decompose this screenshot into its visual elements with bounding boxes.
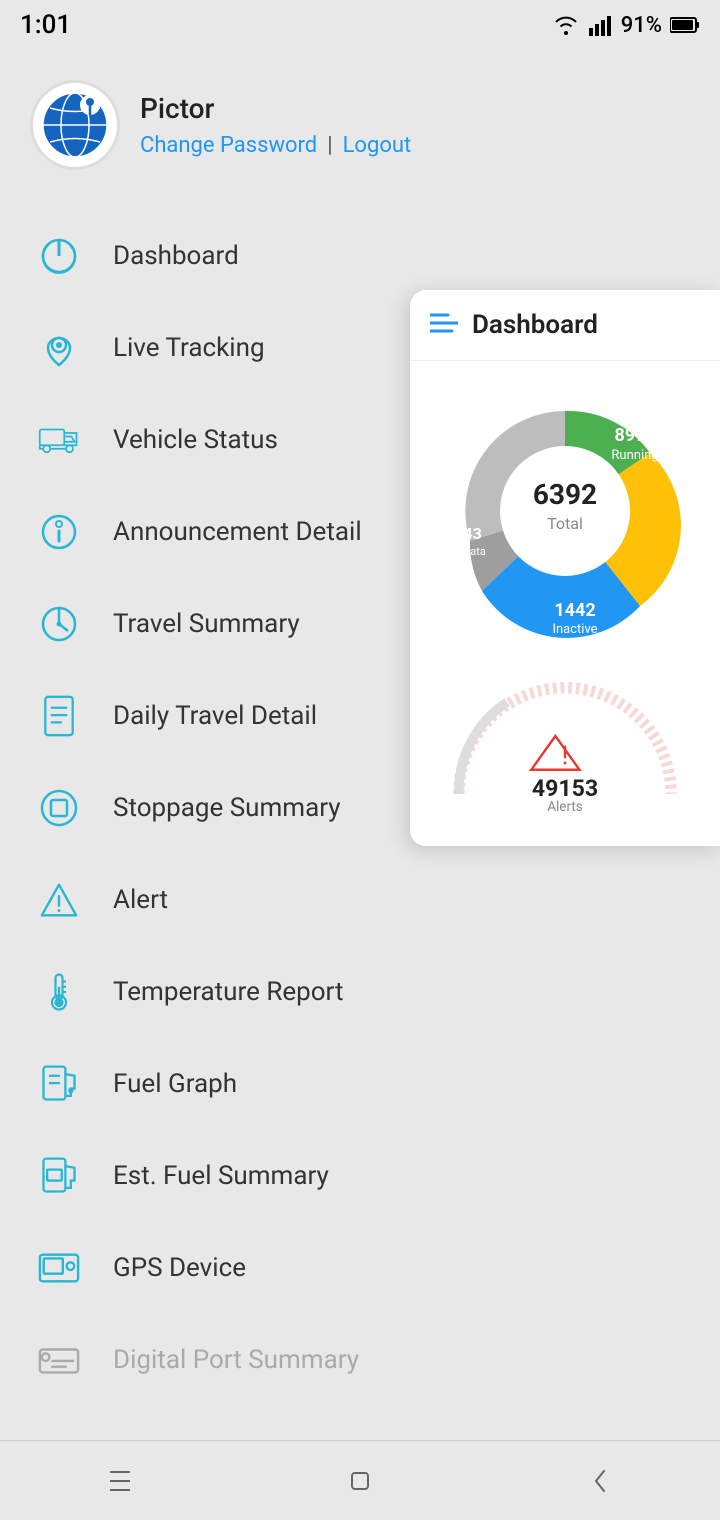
sidebar-item-label: Dashboard [113,241,239,271]
svg-text:143: 143 [454,524,482,543]
temperature-icon [35,968,83,1016]
gauge-chart: 49153 Alerts [430,656,700,816]
fuel-icon [35,1060,83,1108]
svg-text:899: 899 [615,425,646,446]
svg-text:Inactive: Inactive [552,622,597,637]
gauge-container: 49153 Alerts [420,646,710,836]
svg-text:Alerts: Alerts [547,799,583,815]
power-icon [35,232,83,280]
sidebar-item-label: Temperature Report [113,977,344,1007]
bottom-nav [0,1440,720,1520]
port-icon [35,1336,83,1384]
sidebar-item-label: Stoppage Summary [113,793,341,823]
sidebar-item-label: Est. Fuel Summary [113,1161,329,1191]
back-button[interactable] [560,1451,640,1511]
sidebar-item-alert[interactable]: Alert [0,854,720,946]
sidebar-item-gps-device[interactable]: GPS Device [0,1222,720,1314]
gps-icon [35,1244,83,1292]
svg-text:6392: 6392 [533,478,597,511]
svg-text:No Data: No Data [446,545,486,558]
profile-info: Pictor Change Password | Logout [140,92,411,158]
profile-name: Pictor [140,92,411,125]
sidebar-item-label: GPS Device [113,1253,246,1283]
wifi-icon [553,14,579,36]
home-button[interactable] [320,1451,400,1511]
truck-icon [35,416,83,464]
profile-links: Change Password | Logout [140,133,411,158]
svg-text:1442: 1442 [554,600,595,621]
battery-text: 91% [621,13,662,38]
recent-button[interactable] [80,1451,160,1511]
dashboard-header: Dashboard [410,290,720,361]
avatar [30,80,120,170]
fuel2-icon [35,1152,83,1200]
profile-section: Pictor Change Password | Logout [0,50,720,200]
dashboard-title: Dashboard [472,310,598,340]
sidebar-item-digital-port-summary[interactable]: Digital Port Summary [0,1314,720,1406]
signal-icon [587,14,613,36]
sidebar-item-fuel-graph[interactable]: Fuel Graph [0,1038,720,1130]
status-icons: 91% [553,13,700,38]
logout-link[interactable]: Logout [343,133,412,158]
sidebar-item-label: Live Tracking [113,333,265,363]
alert-icon [35,876,83,924]
sidebar-item-label: Announcement Detail [113,517,362,547]
sidebar-item-temperature-report[interactable]: Temperature Report [0,946,720,1038]
globe-icon [40,90,110,160]
dashboard-content: 6392 Total 899 Running 143 No Data 1442 … [410,361,720,846]
battery-icon [670,16,700,34]
sidebar-item-label: Digital Port Summary [113,1345,359,1375]
svg-text:Total: Total [547,514,583,533]
menu-icon[interactable] [430,312,458,338]
sidebar-item-label: Daily Travel Detail [113,701,317,731]
sidebar-item-est-fuel-summary[interactable]: Est. Fuel Summary [0,1130,720,1222]
status-bar: 1:01 91% [0,0,720,50]
sidebar-item-label: Alert [113,885,168,915]
svg-text:Running: Running [611,448,658,463]
change-password-link[interactable]: Change Password [140,133,317,158]
sidebar-item-label: Fuel Graph [113,1069,237,1099]
svg-text:49153: 49153 [532,775,598,802]
stop-icon [35,784,83,832]
status-time: 1:01 [20,10,71,40]
document-icon [35,692,83,740]
link-divider: | [327,133,332,158]
donut-chart: 6392 Total 899 Running 143 No Data 1442 … [420,381,710,641]
travel-summary-icon [35,600,83,648]
sidebar-item-dashboard[interactable]: Dashboard [0,210,720,302]
sidebar-item-label: Vehicle Status [113,425,278,455]
chart-container: 6392 Total 899 Running 143 No Data 1442 … [420,371,710,646]
announce-icon [35,508,83,556]
dashboard-panel: Dashboard 6392 [410,290,720,846]
location-icon [35,324,83,372]
sidebar-item-label: Travel Summary [113,609,300,639]
